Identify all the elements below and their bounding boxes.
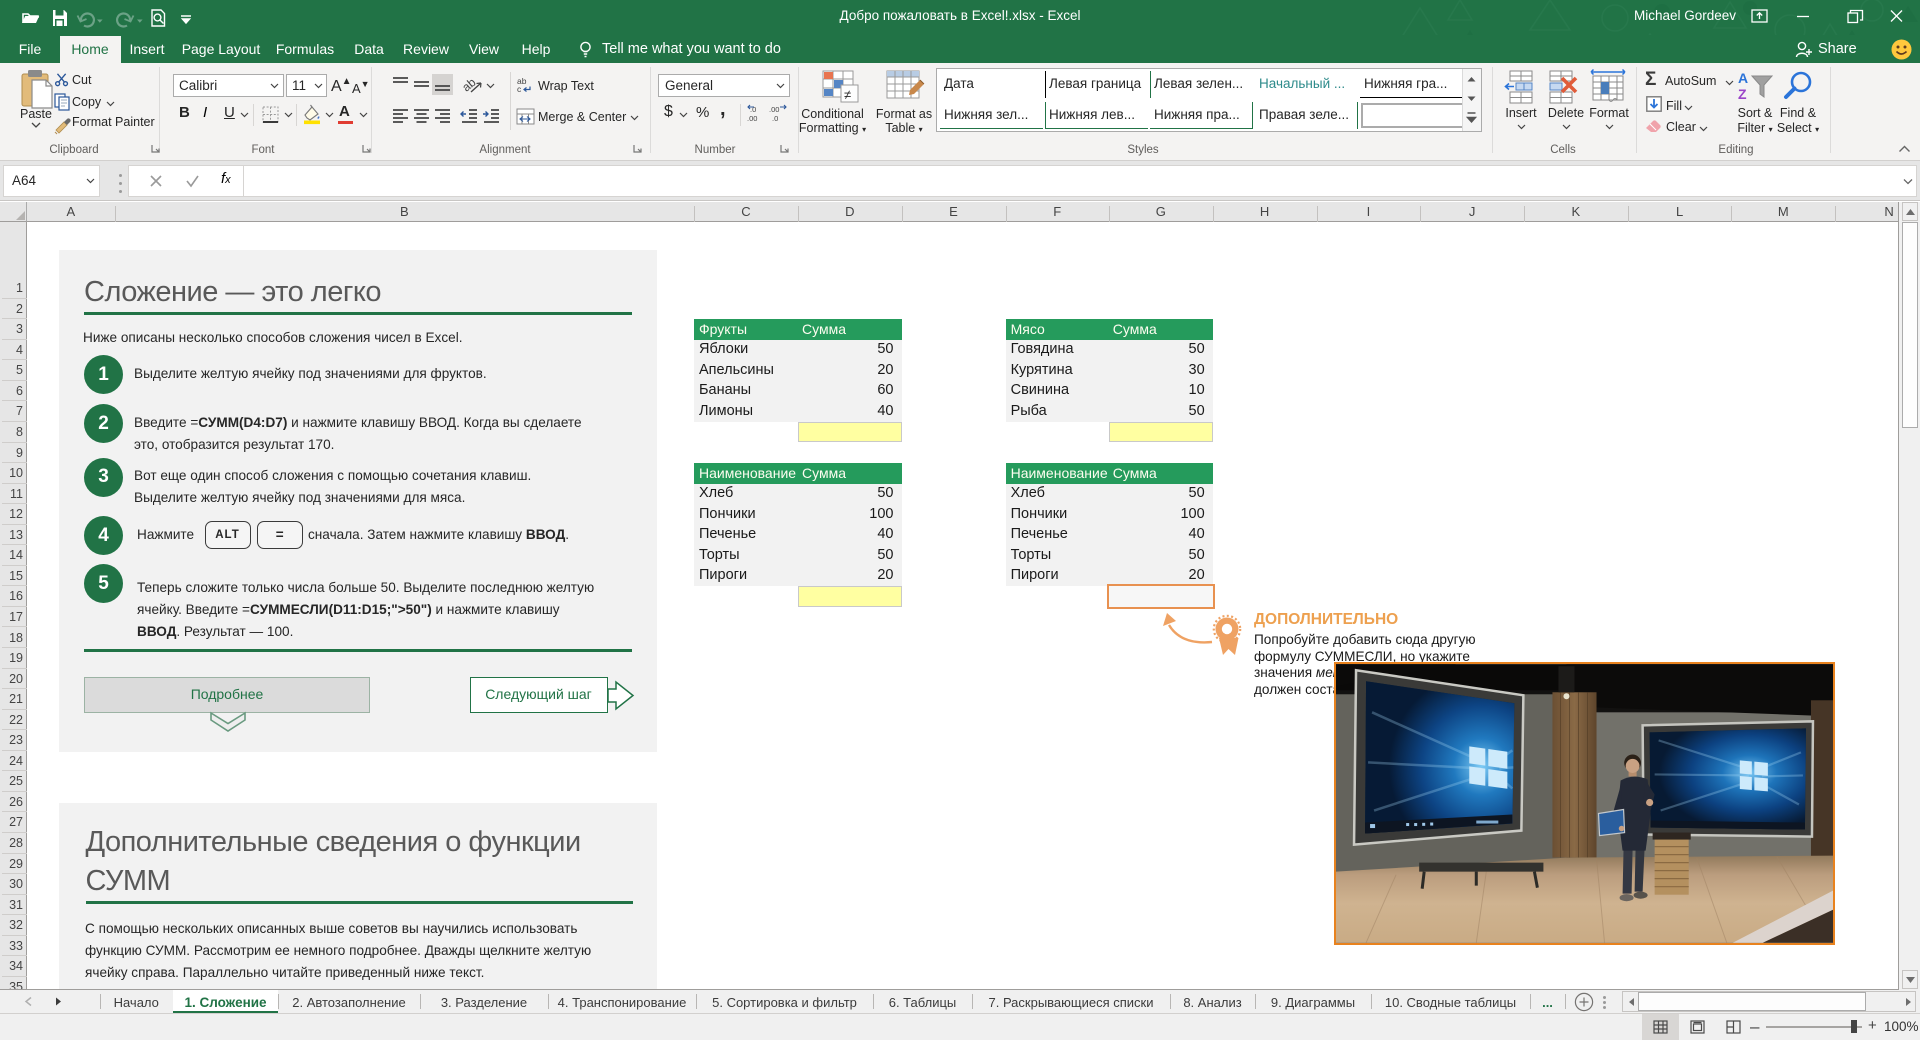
svg-text:.0: .0	[750, 105, 756, 114]
svg-text:A: A	[1738, 70, 1748, 86]
svg-text:≠: ≠	[844, 87, 851, 102]
svg-text:.00: .00	[747, 114, 757, 123]
svg-text:.0: .0	[772, 114, 778, 123]
svg-text:.00: .00	[769, 105, 779, 114]
svg-text:Z: Z	[1738, 86, 1747, 102]
